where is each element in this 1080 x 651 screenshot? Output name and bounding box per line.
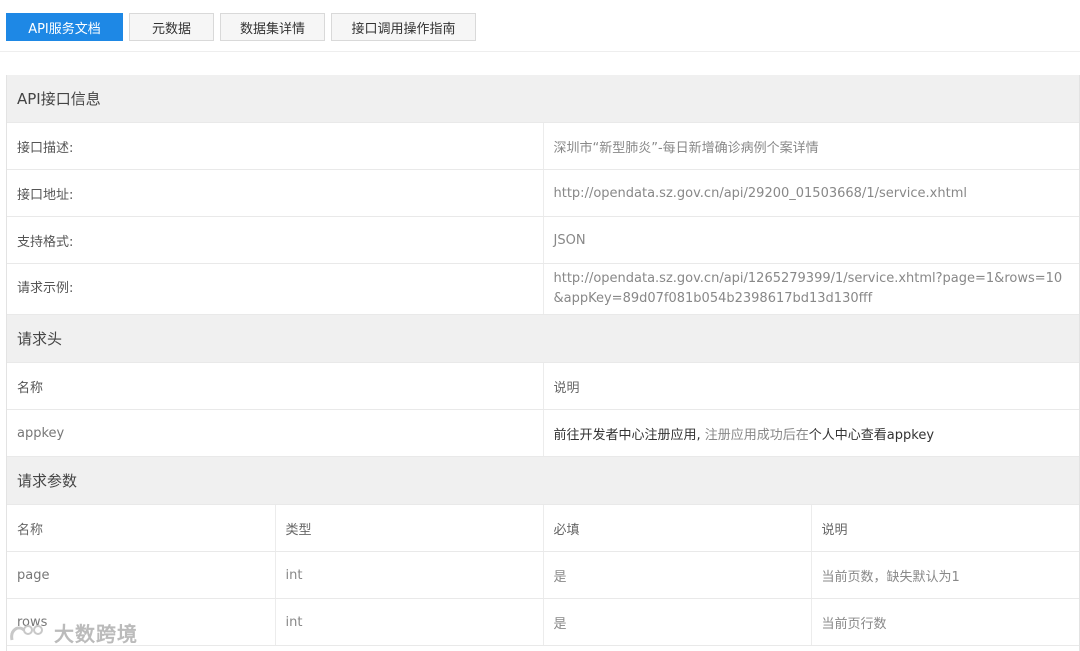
watermark-logo-icon — [10, 624, 43, 640]
personal-center-link[interactable]: 个人中心查看appkey — [809, 428, 934, 443]
info-row-format: 支持格式: JSON — [7, 216, 1079, 264]
info-key: 接口描述: — [7, 122, 544, 170]
tab-divider — [0, 51, 1080, 52]
api-info-table: API接口信息 接口描述: 深圳市“新型肺炎”-每日新增确诊病例个案详情 接口地… — [7, 75, 1079, 457]
column-header-required: 必填 — [543, 504, 812, 552]
endpoint-url: http://opendata.sz.gov.cn/api/29200_0150… — [543, 169, 1079, 217]
request-params-table: 请求参数 名称 类型 必填 说明 page int 是 当前页数，缺失默认为1 … — [7, 457, 1079, 646]
header-desc-text: 注册应用成功后在 — [700, 427, 809, 443]
column-header-type: 类型 — [275, 504, 544, 552]
column-header-name: 名称 — [7, 504, 276, 552]
param-name: page — [7, 551, 276, 599]
api-doc-panel: API接口信息 接口描述: 深圳市“新型肺炎”-每日新增确诊病例个案详情 接口地… — [6, 75, 1080, 651]
info-row-example: 请求示例: http://opendata.sz.gov.cn/api/1265… — [7, 263, 1079, 315]
table-row: page int 是 当前页数，缺失默认为1 — [7, 551, 1079, 599]
section-title-request-header: 请求头 — [7, 314, 1079, 363]
register-app-link[interactable]: 前往开发者中心注册应用, — [554, 428, 701, 443]
example-url: http://opendata.sz.gov.cn/api/1265279399… — [543, 263, 1079, 315]
tab-metadata[interactable]: 元数据 — [129, 13, 214, 41]
param-required: 是 — [543, 598, 812, 646]
params-columns-row: 名称 类型 必填 说明 — [7, 504, 1079, 552]
tab-bar: API服务文档 元数据 数据集详情 接口调用操作指南 — [6, 13, 476, 41]
section-header-request-header: 请求头 — [7, 314, 1079, 363]
info-value: JSON — [543, 216, 1079, 264]
info-row-description: 接口描述: 深圳市“新型肺炎”-每日新增确诊病例个案详情 — [7, 122, 1079, 170]
info-key: 接口地址: — [7, 169, 544, 217]
watermark-text: 大数跨境 — [54, 622, 138, 646]
section-title-api-info: API接口信息 — [7, 75, 1079, 123]
param-desc: 当前页数，缺失默认为1 — [811, 551, 1079, 599]
param-desc: 当前页行数 — [811, 598, 1079, 646]
header-columns-row: 名称 说明 — [7, 362, 1079, 410]
info-row-endpoint: 接口地址: http://opendata.sz.gov.cn/api/2920… — [7, 169, 1079, 217]
section-header-api-info: API接口信息 — [7, 75, 1079, 123]
info-key: 请求示例: — [7, 263, 544, 315]
column-header-desc: 说明 — [811, 504, 1079, 552]
param-type: int — [275, 598, 544, 646]
column-header-name: 名称 — [7, 362, 544, 410]
column-header-desc: 说明 — [543, 362, 1079, 410]
section-header-request-params: 请求参数 — [7, 457, 1079, 505]
header-desc: 前往开发者中心注册应用, 注册应用成功后在个人中心查看appkey — [543, 409, 1079, 457]
table-row: rows int 是 当前页行数 — [7, 598, 1079, 646]
tab-api-docs[interactable]: API服务文档 — [6, 13, 123, 41]
info-key: 支持格式: — [7, 216, 544, 264]
section-title-request-params: 请求参数 — [7, 457, 1079, 505]
header-name: appkey — [7, 409, 544, 457]
param-required: 是 — [543, 551, 812, 599]
watermark: 大数跨境 — [8, 618, 138, 647]
tab-api-guide[interactable]: 接口调用操作指南 — [331, 13, 476, 41]
tab-dataset-details[interactable]: 数据集详情 — [220, 13, 325, 41]
param-type: int — [275, 551, 544, 599]
header-row-appkey: appkey 前往开发者中心注册应用, 注册应用成功后在个人中心查看appkey — [7, 409, 1079, 457]
info-value: 深圳市“新型肺炎”-每日新增确诊病例个案详情 — [543, 122, 1079, 170]
